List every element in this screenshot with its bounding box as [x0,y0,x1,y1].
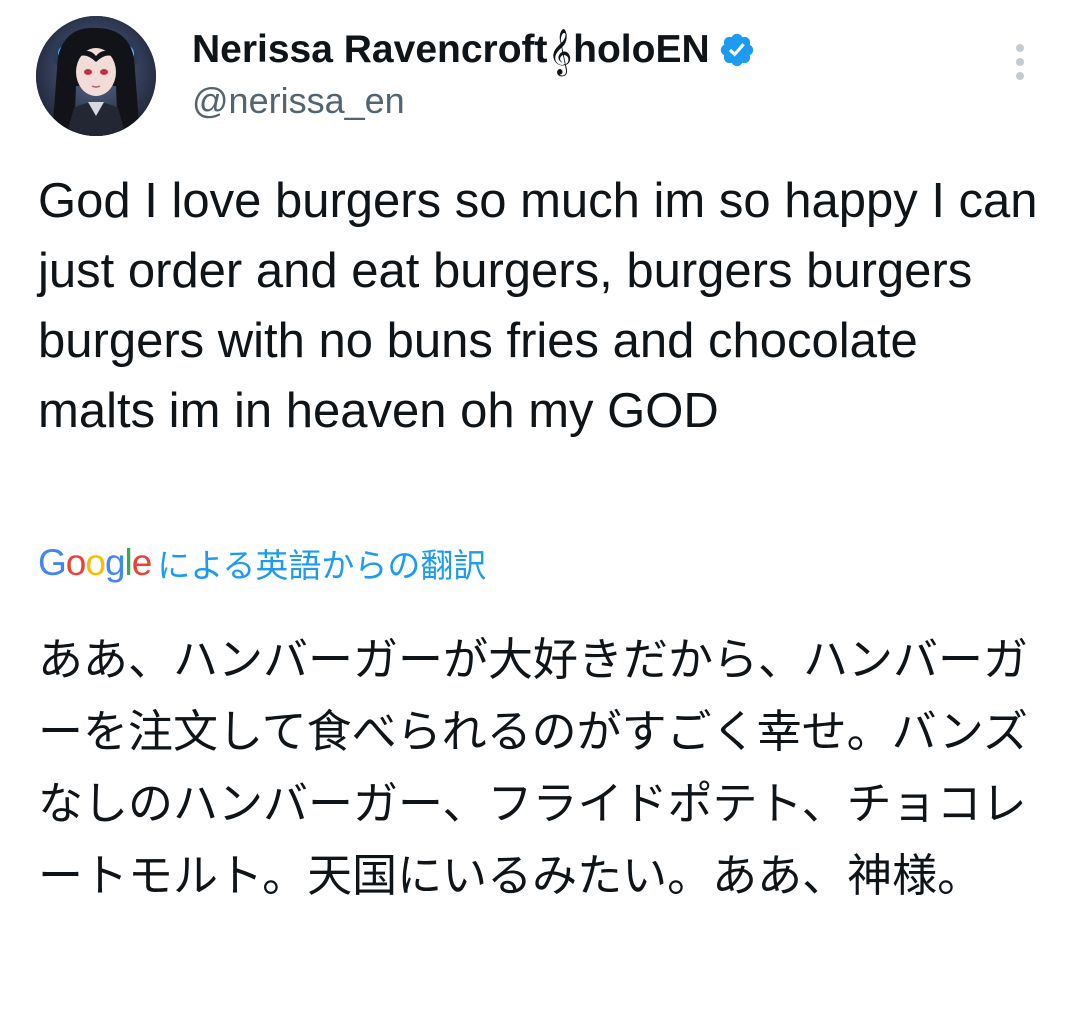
google-logo-letter: g [104,542,126,583]
google-logo: Google [38,542,153,584]
tweet: Nerissa Ravencroft 𝄞 holoEN @nerissa_en … [0,0,1080,1010]
author-name-row[interactable]: Nerissa Ravencroft 𝄞 holoEN [192,24,756,76]
translation-label[interactable]: による英語からの翻訳 [157,539,486,587]
author-display-name[interactable]: Nerissa Ravencroft [192,28,548,72]
google-logo-letter: o [65,542,87,583]
google-logo-letter: e [131,542,153,583]
more-options-button[interactable] [1002,40,1038,88]
google-logo-letter: G [38,542,67,583]
avatar-image [36,16,156,136]
author-handle[interactable]: @nerissa_en [192,80,405,122]
verified-badge-icon [718,31,756,69]
treble-clef-icon: 𝄞 [548,29,573,75]
author-display-name-suffix[interactable]: holoEN [573,28,709,72]
more-vertical-icon [1016,44,1024,80]
tweet-text: God I love burgers so much im so happy I… [38,174,1052,438]
google-logo-letter: o [85,542,106,583]
avatar[interactable] [36,16,156,136]
google-logo-letter: l [124,542,133,583]
translation-attribution[interactable]: Google による英語からの翻訳 [38,538,486,588]
translated-text: ああ、ハンバーガーが大好きだから、ハンバーガーを注文して食べられるのがすごく幸せ… [38,633,1029,902]
